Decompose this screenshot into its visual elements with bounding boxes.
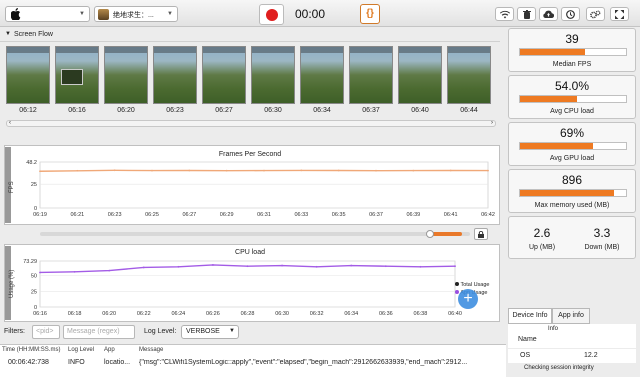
- avg-cpu-value: 54.0%: [554, 79, 590, 93]
- cpu-data-point: [108, 269, 111, 272]
- avg-cpu-bar: [519, 95, 627, 103]
- cpu-data-point: [177, 265, 180, 268]
- max-memory-value: 896: [561, 173, 583, 187]
- legend-total-usage: Total Usage: [455, 282, 489, 288]
- cpu-data-point: [315, 265, 318, 268]
- cpu-data-point: [419, 265, 422, 268]
- median-fps-bar: [519, 48, 627, 56]
- max-memory-bar: [519, 189, 627, 197]
- cpu-data-point: [212, 264, 214, 266]
- column-header-level[interactable]: Log Level: [68, 347, 94, 353]
- filters-row: Filters: <pid> Message (regex) Log Level…: [0, 323, 500, 343]
- message-filter-input[interactable]: Message (regex): [63, 325, 135, 339]
- median-fps-fill: [520, 49, 585, 55]
- device-info-key: OS: [520, 352, 531, 359]
- avg-gpu-card: 69% Avg GPU load: [508, 122, 636, 166]
- cpu-x-tick-label: 06:38: [414, 311, 428, 317]
- log-level-value: VERBOSE: [186, 328, 220, 335]
- cpu-x-tick-label: 06:28: [241, 311, 255, 317]
- cpu-data-point: [73, 270, 76, 273]
- median-fps-card: 39 Median FPS: [508, 28, 636, 72]
- avg-gpu-value: 69%: [559, 126, 585, 140]
- cpu-data-point: [246, 265, 249, 268]
- cpu-x-tick-label: 06:30: [275, 311, 289, 317]
- avg-cpu-label: Avg CPU load: [550, 108, 594, 115]
- device-info-value: 12.2: [584, 352, 598, 359]
- network-card: 2.6 Up (MB) 3.3 Down (MB): [508, 216, 636, 259]
- down-label: Down (MB): [584, 244, 620, 251]
- cpu-x-tick-label: 06:40: [448, 311, 462, 317]
- pid-filter-input[interactable]: <pid>: [32, 325, 60, 339]
- cpu-x-tick-label: 06:32: [310, 311, 324, 317]
- avg-gpu-bar: [519, 142, 627, 150]
- device-info-value: Info: [548, 326, 559, 332]
- cpu-x-tick-label: 06:24: [171, 311, 185, 317]
- column-header-app[interactable]: App: [104, 347, 115, 353]
- tab-app-info[interactable]: App info: [552, 308, 590, 324]
- tab-device-info[interactable]: Device Info: [508, 308, 552, 324]
- avg-gpu-label: Avg GPU load: [549, 155, 595, 162]
- median-fps-value: 39: [565, 32, 579, 46]
- table-row[interactable]: 00:06:42:738 INFO locatio... {"msg":"CLW…: [0, 357, 510, 368]
- median-fps-label: Median FPS: [552, 61, 592, 68]
- cpu-y-tick-label: 73.29: [23, 259, 37, 265]
- cpu-y-tick-label: 50: [31, 274, 37, 280]
- up-value: 2.6: [533, 226, 551, 240]
- session-status: Checking session integrity: [524, 365, 594, 371]
- cpu-data-point: [384, 265, 387, 268]
- cpu-plot-area: [39, 260, 456, 308]
- legend-total-label: Total Usage: [460, 282, 490, 288]
- avg-cpu-card: 54.0% Avg CPU load: [508, 75, 636, 119]
- chevron-down-icon: ▼: [229, 328, 235, 334]
- log-level-select[interactable]: VERBOSE ▼: [181, 325, 239, 339]
- device-info-key: Name: [518, 336, 537, 343]
- cpu-x-tick-label: 06:16: [33, 311, 47, 317]
- cpu-x-tick-label: 06:36: [379, 311, 393, 317]
- cpu-x-tick-label: 06:18: [68, 311, 82, 317]
- log-level-cell: INFO: [68, 359, 85, 366]
- cpu-y-axis-label: Usage (%): [9, 269, 15, 298]
- cpu-y-tick-label: 25: [31, 289, 37, 295]
- cpu-data-point: [281, 264, 283, 267]
- cpu-x-tick-label: 06:20: [102, 311, 116, 317]
- log-level-label: Log Level:: [144, 328, 177, 335]
- add-icon[interactable]: +: [458, 289, 478, 309]
- max-memory-fill: [520, 190, 615, 196]
- cpu-data-point: [39, 271, 41, 274]
- filters-label: Filters:: [4, 328, 25, 335]
- up-label: Up (MB): [528, 244, 556, 251]
- log-table: Time (HH:MM:SS.ms) Log Level App Message…: [0, 344, 510, 377]
- device-info-row-name: Info Name: [508, 324, 636, 348]
- cpu-x-tick-label: 06:22: [137, 311, 151, 317]
- cpu-data-point: [142, 266, 145, 269]
- avg-gpu-fill: [520, 143, 594, 149]
- column-header-time[interactable]: Time (HH:MM:SS.ms): [2, 347, 60, 353]
- cpu-data-point: [350, 264, 353, 267]
- log-app-cell: locatio...: [104, 359, 131, 366]
- device-info-row-os: OS 12.2: [508, 349, 636, 363]
- log-time-cell: 00:06:42:738: [8, 359, 49, 366]
- avg-cpu-fill: [520, 96, 578, 102]
- device-info-panel: Device Info App info Info Name OS 12.2 C…: [506, 306, 640, 377]
- cpu-x-tick-label: 06:26: [206, 311, 220, 317]
- column-header-message[interactable]: Message: [139, 347, 163, 353]
- down-value: 3.3: [593, 226, 611, 240]
- max-memory-card: 896 Max memory used (MB): [508, 169, 636, 213]
- max-memory-label: Max memory used (MB): [534, 202, 610, 209]
- log-message-cell: {"msg":"CLWifi1SystemLogic::apply","even…: [139, 359, 468, 366]
- cpu-data-point: [454, 265, 456, 268]
- cpu-x-tick-label: 06:34: [344, 311, 358, 317]
